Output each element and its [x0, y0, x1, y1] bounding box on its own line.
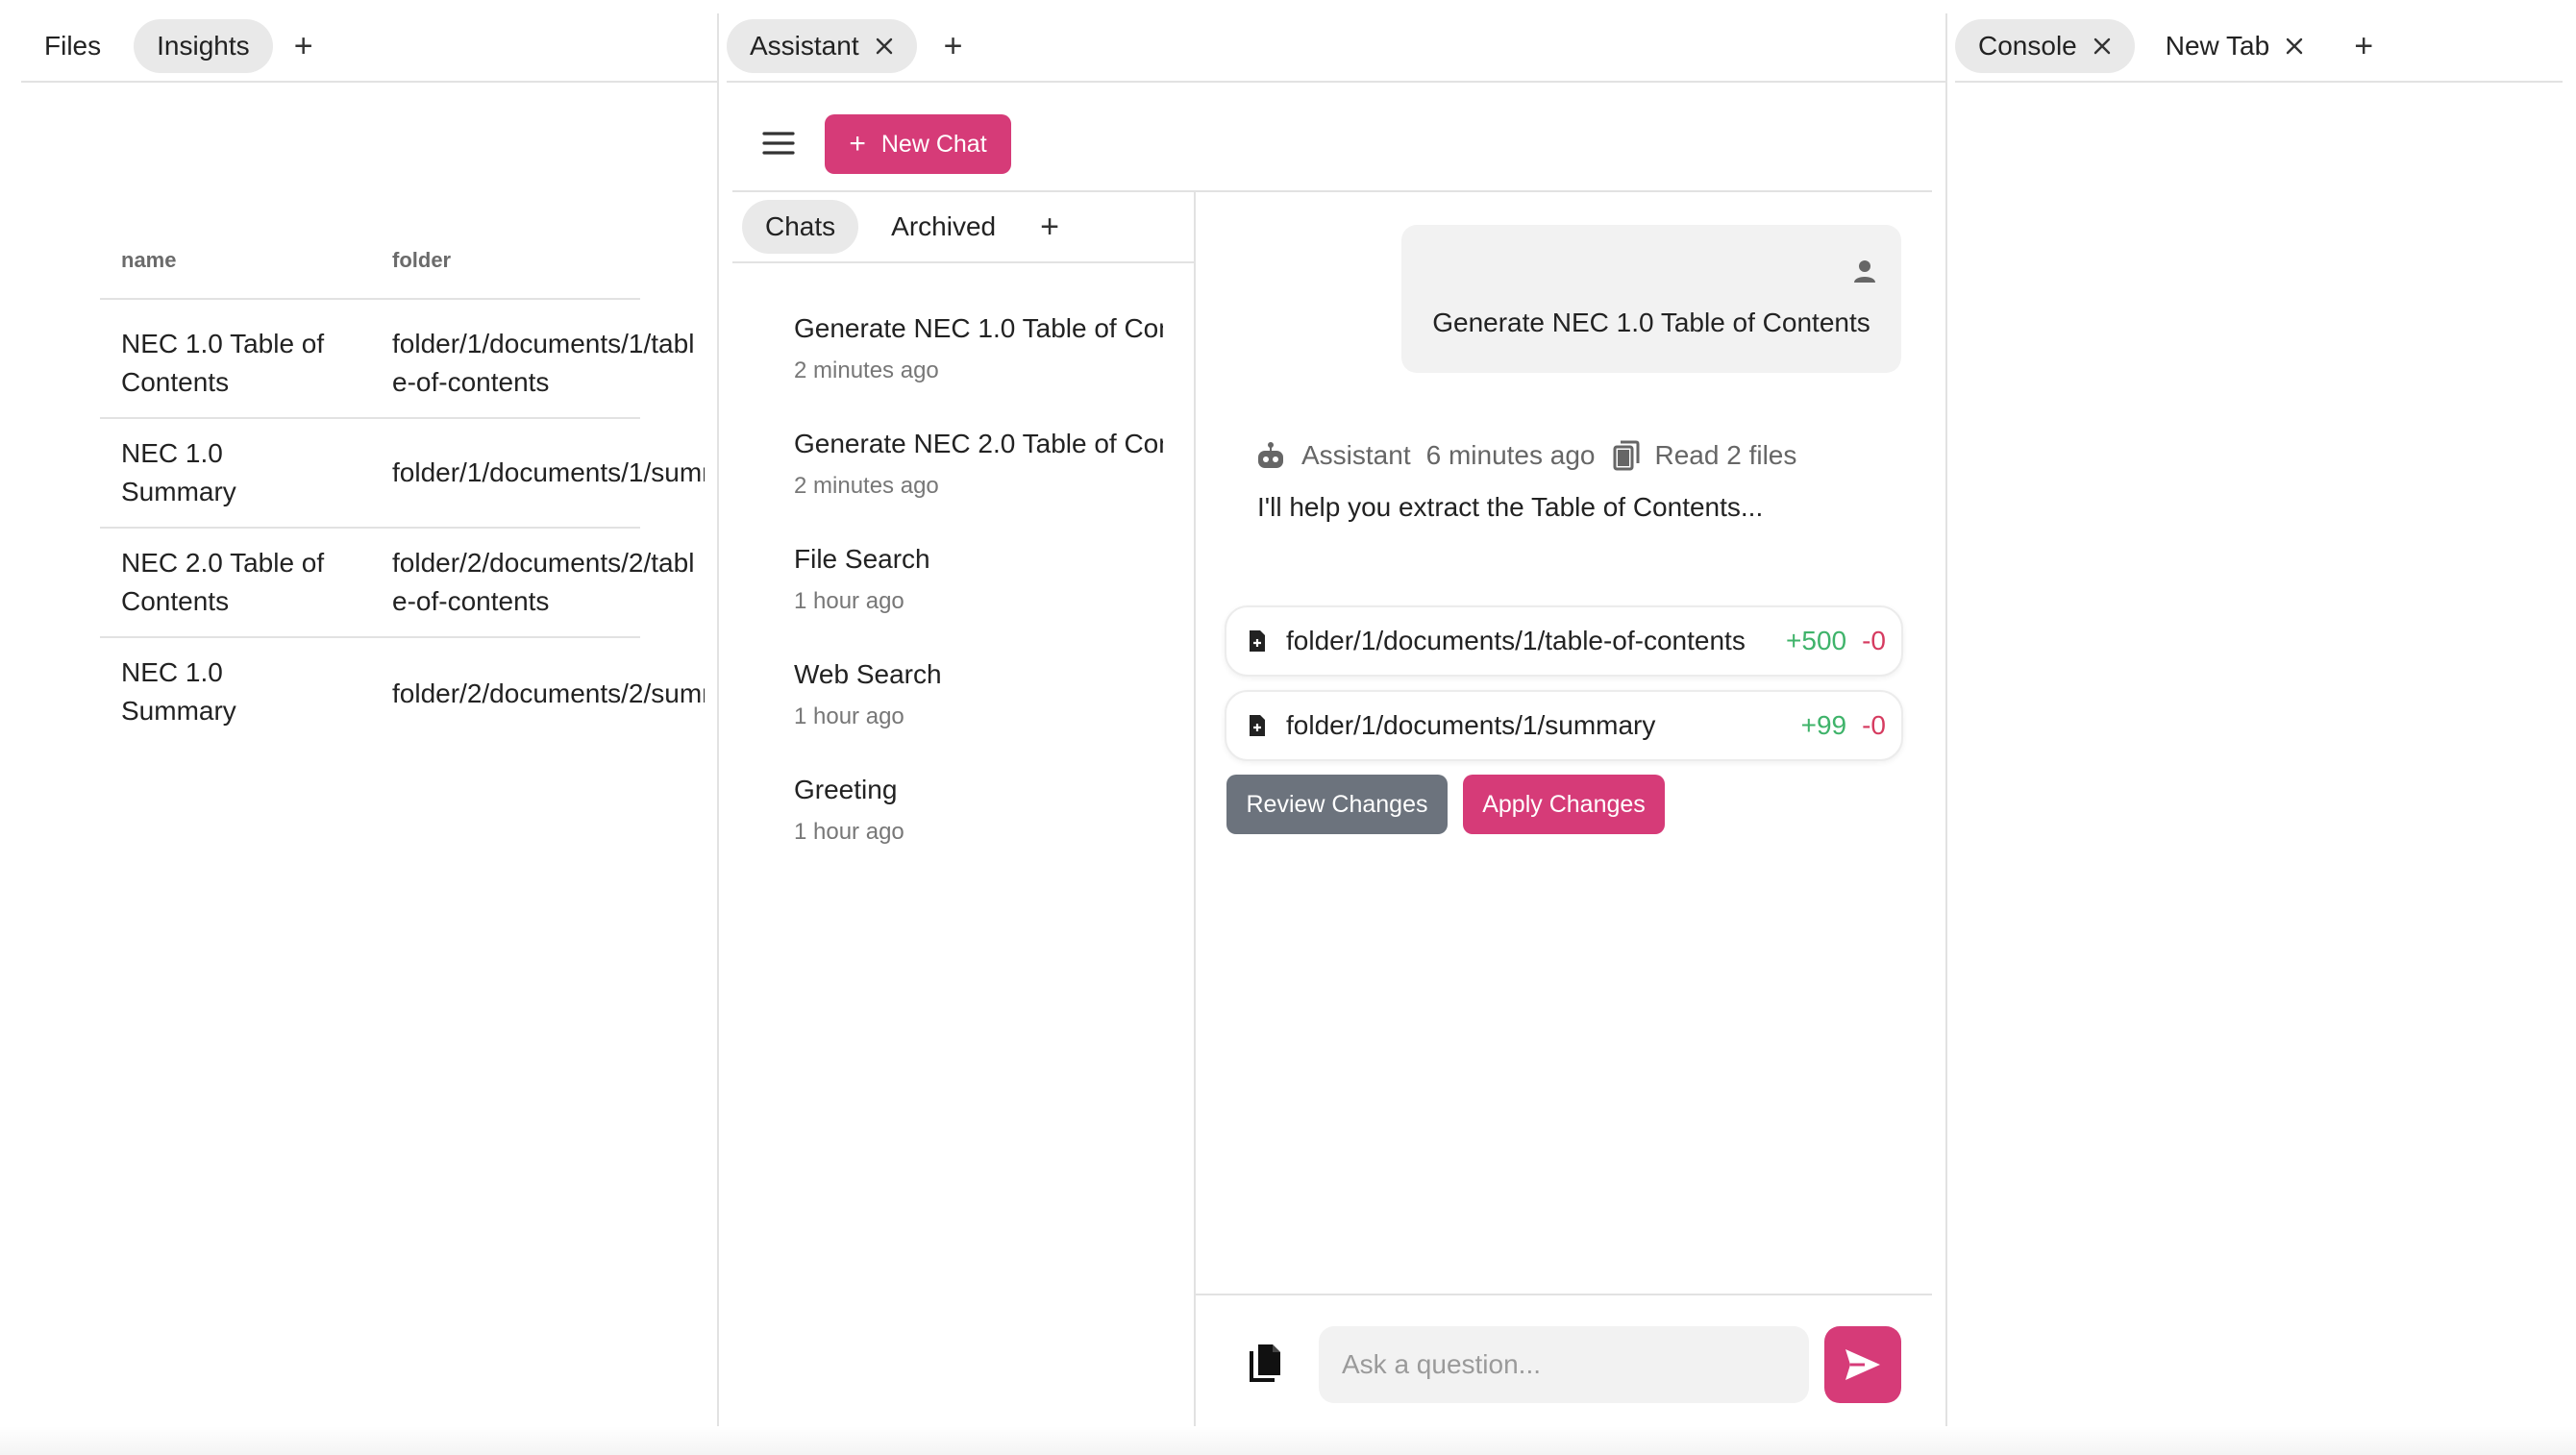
pane-divider-left[interactable]	[717, 13, 719, 1453]
chat-time: 1 hour ago	[794, 588, 904, 614]
close-icon[interactable]	[875, 37, 894, 56]
table-divider	[100, 298, 640, 300]
review-changes-button[interactable]: Review Changes	[1226, 775, 1448, 834]
user-message-text: Generate NEC 1.0 Table of Contents	[1432, 308, 1870, 337]
pane-divider-right[interactable]	[1945, 13, 1947, 1453]
chat-time: 2 minutes ago	[794, 358, 939, 383]
row-name: NEC 1.0 Summary	[121, 657, 236, 726]
table-divider	[100, 417, 640, 419]
chat-time: 1 hour ago	[794, 819, 904, 845]
tab-chats[interactable]: Chats	[742, 200, 859, 254]
tab-console[interactable]: Console	[1955, 19, 2135, 73]
chat-title: File Search	[794, 544, 930, 574]
tab-insights[interactable]: Insights	[134, 19, 273, 73]
file-change-path: folder/1/documents/1/summary	[1286, 710, 1656, 740]
table-divider	[100, 527, 640, 529]
tab-assistant-label: Assistant	[750, 31, 859, 61]
lines-added: +99	[1800, 710, 1847, 740]
apply-changes-button[interactable]: Apply Changes	[1463, 775, 1665, 834]
right-tab-divider	[1955, 81, 2563, 83]
row-name: NEC 2.0 Table of Contents	[121, 548, 325, 616]
tab-new-tab-label: New Tab	[2165, 31, 2270, 61]
file-change-path: folder/1/documents/1/table-of-contents	[1286, 626, 1746, 655]
table-divider	[100, 636, 640, 638]
lines-removed: -0	[1862, 626, 1886, 655]
column-header-name: name	[121, 248, 177, 272]
row-name: NEC 1.0 Table of Contents	[121, 329, 325, 397]
attach-document-icon[interactable]	[1248, 1342, 1284, 1384]
tab-console-label: Console	[1978, 31, 2077, 61]
close-icon[interactable]	[2285, 37, 2304, 56]
tab-new-tab[interactable]: New Tab	[2143, 19, 2327, 73]
chat-list-tabs: Chats Archived +	[742, 200, 1069, 254]
send-icon	[1844, 1347, 1882, 1382]
row-name: NEC 1.0 Summary	[121, 438, 236, 506]
close-icon[interactable]	[2093, 37, 2112, 56]
assistant-time: 6 minutes ago	[1425, 440, 1596, 470]
user-message-bubble: Generate NEC 1.0 Table of Contents	[1401, 225, 1901, 373]
chat-time: 1 hour ago	[794, 703, 904, 729]
file-icon	[1248, 629, 1267, 654]
chat-time: 2 minutes ago	[794, 473, 939, 499]
middle-tab-bar: Assistant +	[727, 19, 973, 73]
lines-removed: -0	[1862, 710, 1886, 740]
middle-tab-divider	[727, 81, 1945, 83]
row-folder: folder/2/documents/2/summary	[392, 678, 705, 708]
assistant-message-text: I'll help you extract the Table of Conte…	[1257, 492, 1764, 522]
row-folder: folder/1/documents/1/summary	[392, 457, 705, 487]
user-icon	[1851, 258, 1878, 284]
tab-files[interactable]: Files	[21, 19, 124, 73]
right-tab-bar: Console New Tab +	[1955, 19, 2383, 73]
robot-icon	[1255, 441, 1286, 470]
left-tab-divider	[21, 81, 719, 83]
file-change-card[interactable]: folder/1/documents/1/summary +99 -0	[1225, 690, 1903, 761]
question-input-placeholder: Ask a question...	[1342, 1349, 1542, 1379]
lines-added: +500	[1786, 626, 1847, 655]
chat-list-divider	[732, 261, 1194, 263]
chat-title: Generate NEC 2.0 Table of Contents	[794, 429, 1163, 458]
composer-divider	[1196, 1294, 1932, 1295]
bottom-shade	[0, 1426, 2576, 1455]
file-change-card[interactable]: folder/1/documents/1/table-of-contents +…	[1225, 605, 1903, 677]
tab-archived[interactable]: Archived	[868, 200, 1019, 254]
chat-title: Web Search	[794, 659, 942, 689]
file-icon	[1248, 713, 1267, 738]
left-tab-bar: Files Insights +	[21, 19, 323, 73]
toolbar-divider	[732, 190, 1932, 192]
add-tab-plus-icon[interactable]: +	[934, 27, 973, 65]
add-tab-plus-icon[interactable]: +	[2344, 27, 2383, 65]
hamburger-menu-icon[interactable]	[761, 129, 796, 158]
tab-assistant[interactable]: Assistant	[727, 19, 917, 73]
document-copy-icon	[1613, 440, 1640, 471]
row-folder: folder/2/documents/2/table-of-contents	[392, 548, 695, 616]
send-button[interactable]	[1824, 1326, 1901, 1403]
question-input[interactable]: Ask a question...	[1319, 1326, 1809, 1403]
add-chat-tab-plus-icon[interactable]: +	[1030, 208, 1069, 246]
chat-title: Greeting	[794, 775, 898, 804]
plus-icon: +	[849, 128, 866, 160]
new-chat-button[interactable]: + New Chat	[825, 114, 1011, 174]
files-read-label[interactable]: Read 2 files	[1655, 440, 1797, 471]
row-folder: folder/1/documents/1/table-of-contents	[392, 329, 695, 397]
add-tab-plus-icon[interactable]: +	[285, 27, 323, 65]
column-header-folder: folder	[392, 248, 452, 272]
new-chat-label: New Chat	[880, 130, 987, 158]
assistant-name: Assistant	[1301, 440, 1411, 470]
chat-list-pane-divider[interactable]	[1194, 190, 1196, 1436]
chat-title: Generate NEC 1.0 Table of Contents	[794, 313, 1163, 343]
assistant-meta: Assistant 6 minutes ago Read 2 files	[1255, 436, 1796, 475]
